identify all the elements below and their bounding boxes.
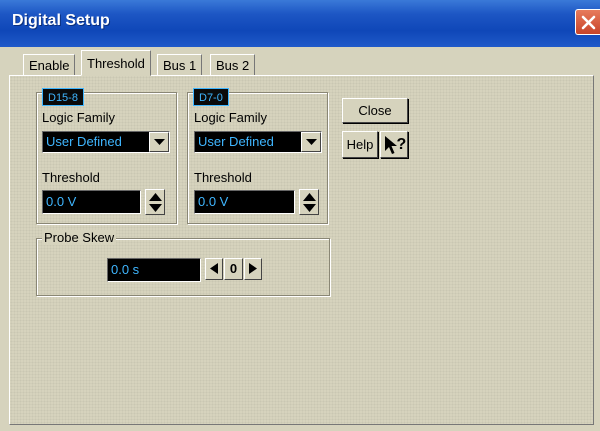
logic-family-value: User Defined [198, 134, 274, 149]
logic-family-label: Logic Family [194, 110, 267, 125]
arrow-up-icon [303, 193, 316, 201]
threshold-input-d7-0[interactable]: 0.0 V [194, 190, 295, 214]
threshold-label: Threshold [42, 170, 100, 185]
tab-bus-2[interactable]: Bus 2 [210, 54, 256, 76]
threshold-value: 0.0 V [46, 194, 77, 209]
svg-text:?: ? [397, 136, 407, 153]
arrow-up-icon [149, 193, 162, 201]
tab-bus-1[interactable]: Bus 1 [157, 54, 203, 76]
window-title: Digital Setup [12, 12, 110, 29]
tab-label: Bus 2 [216, 58, 250, 73]
chevron-down-icon [154, 139, 165, 145]
arrow-left-icon [210, 263, 218, 274]
group-header-d7-0: D7-0 [193, 88, 229, 106]
dropdown-button[interactable] [301, 132, 321, 152]
probe-skew-value: 0.0 s [111, 262, 140, 277]
tab-threshold[interactable]: Threshold [81, 50, 151, 76]
whats-this-icon: ? [385, 136, 407, 154]
tab-label: Threshold [87, 56, 145, 71]
help-button[interactable]: Help [342, 131, 378, 158]
threshold-label: Threshold [194, 170, 252, 185]
arrow-down-icon [149, 204, 162, 212]
tab-label: Bus 1 [163, 58, 197, 73]
close-button[interactable]: Close [342, 98, 408, 123]
logic-family-label: Logic Family [42, 110, 115, 125]
dropdown-button[interactable] [149, 132, 169, 152]
threshold-value: 0.0 V [198, 194, 229, 209]
probe-skew-label: Probe Skew [42, 230, 117, 245]
group-header-d15-8: D15-8 [42, 88, 84, 106]
whats-this-button[interactable]: ? [380, 131, 408, 158]
skew-step-indicator: 0 [224, 258, 243, 280]
title-bar[interactable]: Digital Setup [0, 0, 600, 47]
skew-increment-button[interactable] [244, 258, 262, 280]
close-icon [581, 15, 596, 30]
window-close-button[interactable] [575, 9, 600, 35]
tab-enable[interactable]: Enable [23, 54, 76, 76]
logic-family-value: User Defined [46, 134, 122, 149]
arrow-down-icon [303, 204, 316, 212]
skew-decrement-button[interactable] [205, 258, 223, 280]
arrow-right-icon [249, 263, 257, 274]
logic-family-select-d15-8[interactable]: User Defined [42, 131, 170, 153]
threshold-input-d15-8[interactable]: 0.0 V [42, 190, 141, 214]
tab-label: Enable [29, 58, 70, 73]
threshold-spinner-d7-0[interactable] [299, 189, 319, 215]
chevron-down-icon [306, 139, 317, 145]
threshold-spinner-d15-8[interactable] [145, 189, 165, 215]
probe-skew-input[interactable]: 0.0 s [107, 258, 201, 282]
logic-family-select-d7-0[interactable]: User Defined [194, 131, 322, 153]
